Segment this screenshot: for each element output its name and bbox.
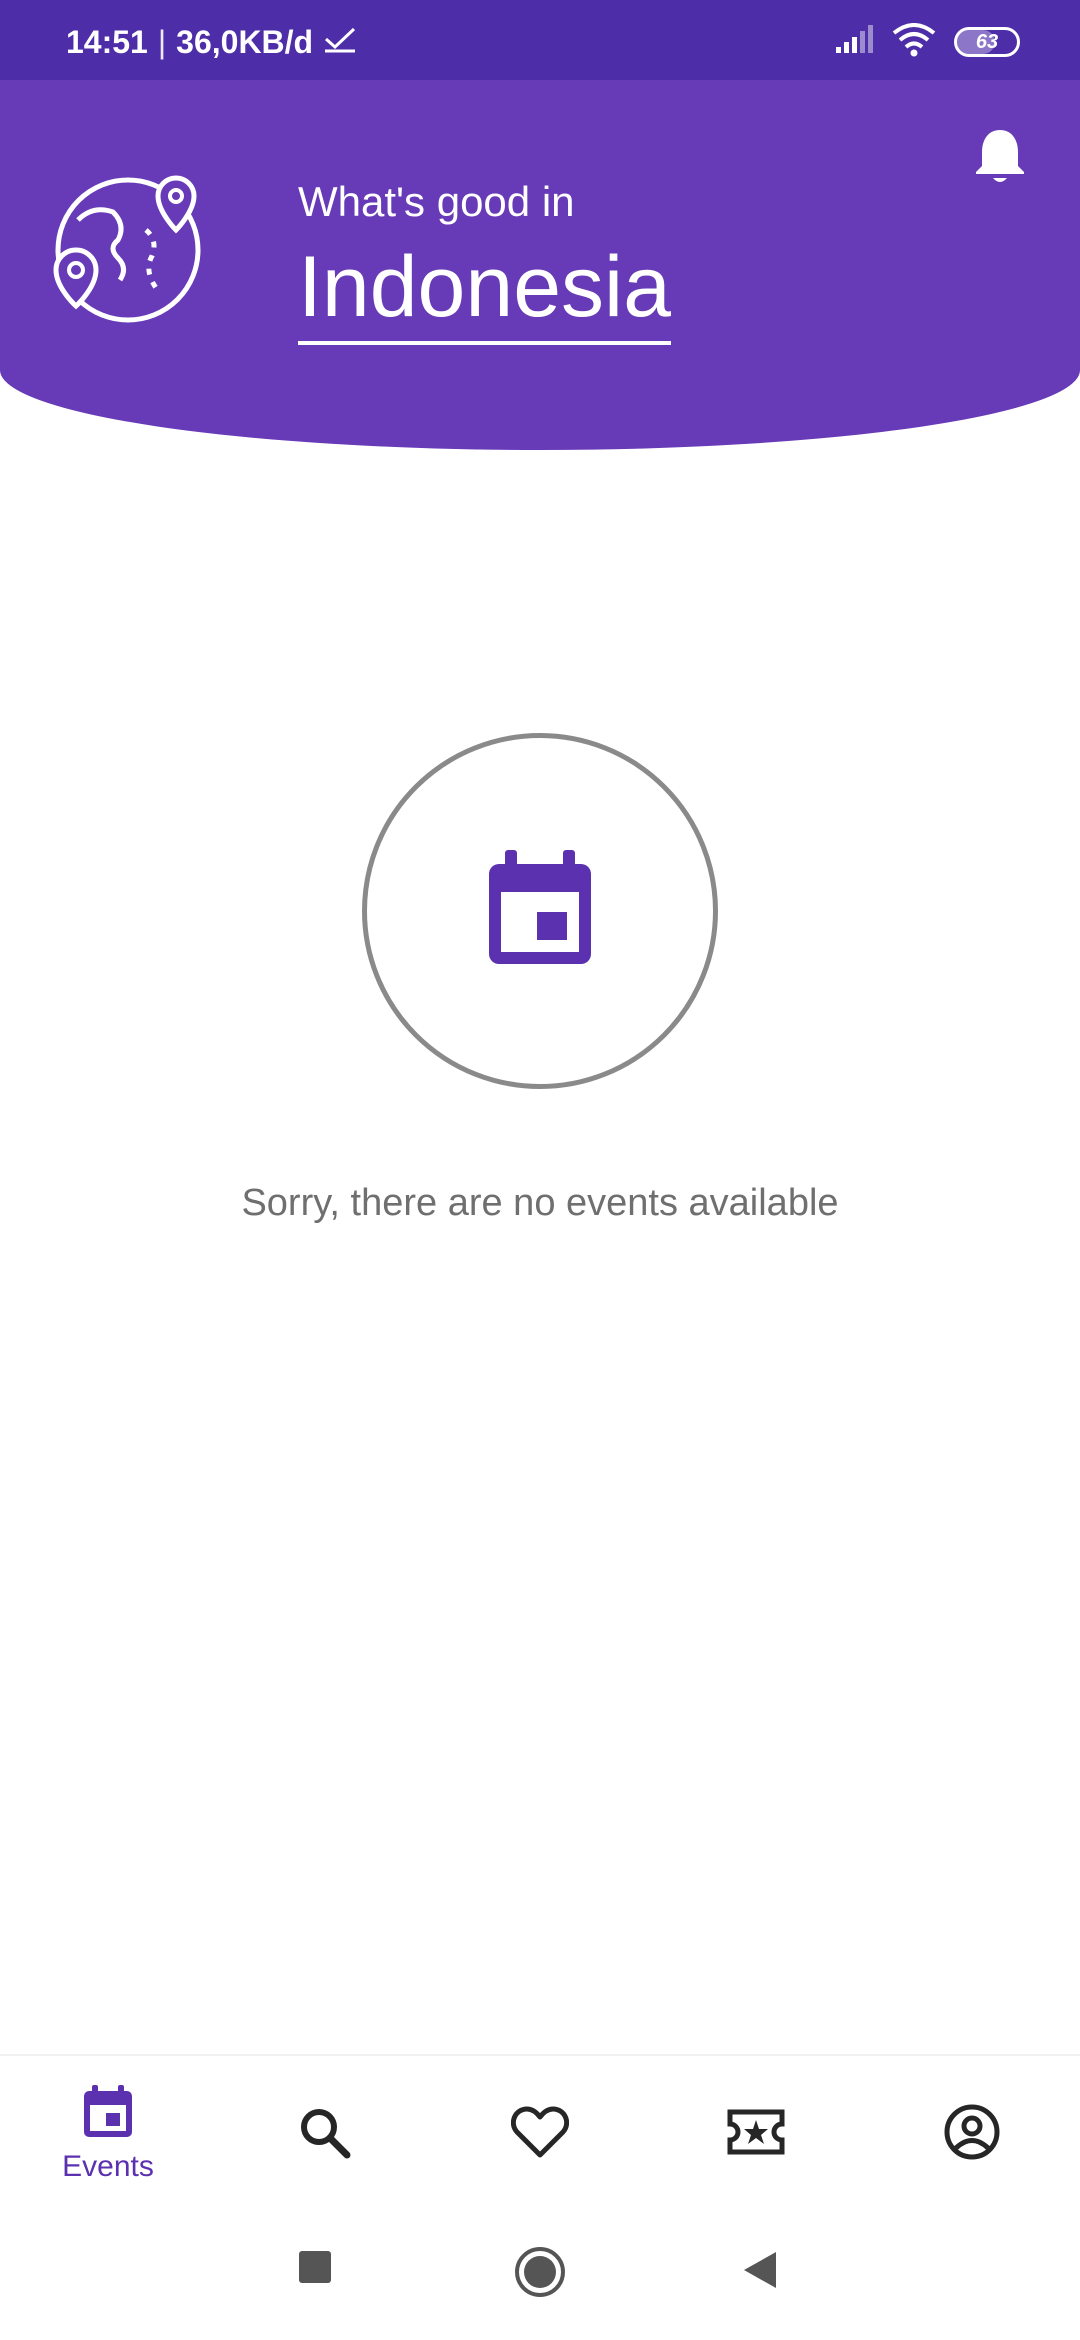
battery-level: 63 — [975, 30, 999, 53]
heart-icon — [510, 2105, 570, 2164]
search-icon — [297, 2105, 351, 2164]
recent-apps-icon[interactable] — [298, 2250, 332, 2289]
signal-icon — [834, 24, 874, 60]
nav-events[interactable]: Events — [0, 2056, 216, 2212]
nav-profile[interactable] — [864, 2056, 1080, 2212]
nav-events-label: Events — [62, 2149, 154, 2183]
home-icon[interactable] — [514, 2246, 566, 2303]
empty-state-message: Sorry, there are no events available — [241, 1182, 839, 1224]
calendar-icon — [82, 2084, 134, 2144]
header-subtitle: What's good in — [298, 178, 575, 225]
nav-favorites[interactable] — [432, 2056, 648, 2212]
bell-icon[interactable] — [972, 126, 1032, 186]
calendar-icon — [485, 849, 595, 973]
status-left: 14:51 | 36,0KB/d — [66, 22, 357, 62]
header: What's good in Indonesia — [0, 80, 1080, 450]
wifi-icon — [892, 22, 936, 62]
location-selector[interactable]: Indonesia — [298, 240, 671, 345]
status-separator: | — [157, 23, 167, 60]
status-time: 14:51 — [66, 23, 148, 60]
bottom-nav: Events — [0, 2054, 1080, 2214]
back-icon[interactable] — [742, 2250, 778, 2295]
nav-tickets[interactable] — [648, 2056, 864, 2212]
empty-state-circle — [362, 733, 718, 1089]
ticket-icon — [726, 2108, 786, 2161]
status-bar: 14:51 | 36,0KB/d 63 — [0, 0, 1080, 80]
account-icon — [943, 2103, 1001, 2166]
status-right: 63 — [834, 22, 1020, 62]
system-nav-bar — [0, 2212, 1080, 2340]
nav-search[interactable] — [216, 2056, 432, 2212]
check-icon — [323, 24, 357, 61]
battery-icon: 63 — [954, 27, 1020, 57]
network-speed: 36,0KB/d — [176, 23, 314, 60]
globe-location-icon — [48, 170, 208, 330]
